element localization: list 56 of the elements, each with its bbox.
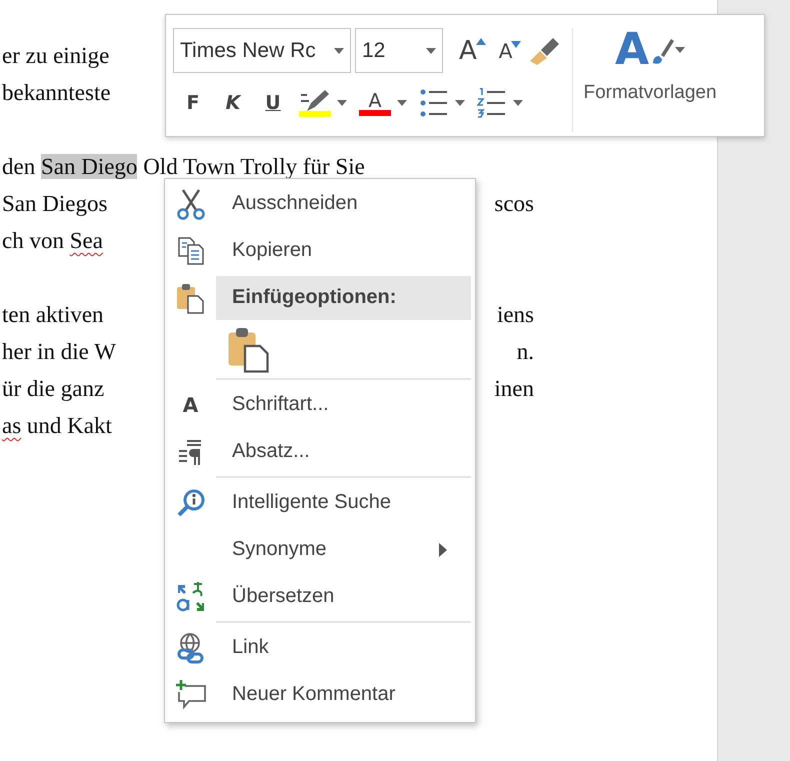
grow-font-button[interactable]: A (453, 30, 483, 70)
caret-icon (426, 48, 436, 54)
menu-item[interactable]: Ausschneiden (216, 182, 471, 226)
font-color-button[interactable]: A (353, 83, 413, 123)
caret-icon (397, 100, 407, 106)
menu-item[interactable]: Synonyme (216, 528, 471, 572)
font-size-dropdown[interactable]: 12 (355, 28, 443, 73)
document-text: scos (494, 190, 534, 218)
document-text: ch von (2, 228, 65, 253)
increase-triangle-icon (476, 38, 486, 44)
document-text: bekannteste (2, 80, 111, 105)
styles-button[interactable]: A Formatvorlagen (583, 28, 717, 136)
numbered-list-icon (477, 88, 507, 118)
shrink-font-button[interactable]: A (492, 30, 518, 70)
menu-item[interactable]: Absatz... (216, 430, 471, 474)
underline-button[interactable]: U (253, 83, 293, 123)
document-text: her in die W (2, 339, 116, 364)
menu-item[interactable]: Kopieren (216, 228, 471, 272)
globe-link-icon (176, 632, 206, 664)
decrease-triangle-icon (511, 40, 522, 48)
new-comment-icon (174, 678, 206, 710)
scissors-icon (176, 188, 206, 220)
selected-text: San Diego (40, 154, 138, 179)
misspelled-word: Sea (70, 228, 103, 253)
font-icon: A (182, 392, 198, 416)
document-text: Old Town Trolly für Sie (142, 154, 365, 179)
menu-item[interactable]: Schriftart... (216, 382, 471, 426)
document-text: ür die ganz (2, 376, 104, 401)
translate-icon (176, 580, 206, 612)
caret-icon (455, 100, 465, 106)
italic-button[interactable]: K (213, 83, 253, 123)
font-name-dropdown[interactable]: Times New Rc (173, 28, 351, 73)
document-text: inen (494, 375, 534, 403)
document-text: San Diegos (2, 191, 108, 216)
copy-icon (176, 236, 206, 266)
caret-icon (675, 47, 686, 53)
caret-icon (513, 100, 523, 106)
caret-icon (337, 100, 347, 106)
document-text: n. (516, 338, 534, 366)
document-text: ten aktiven (2, 302, 104, 327)
document-text: iens (496, 301, 534, 329)
bold-button[interactable]: F (173, 83, 213, 123)
clipboard-icon (176, 282, 206, 314)
menu-item[interactable]: Neuer Kommentar (216, 672, 471, 716)
bullet-list-icon (419, 88, 449, 118)
document-text: und Kakt (26, 413, 112, 438)
menu-item[interactable]: Übersetzen (216, 574, 471, 618)
menu-item[interactable]: Link (216, 626, 471, 670)
document-text: er zu einige (2, 43, 110, 68)
smart-search-icon (176, 488, 206, 518)
menu-section-header: Einfügeoptionen: (216, 276, 471, 320)
highlighter-icon (299, 89, 331, 113)
document-text: den (2, 154, 36, 179)
menu-item[interactable]: Intelligente Suche (216, 480, 471, 524)
misspelled-word: as (2, 413, 22, 438)
caret-icon (334, 48, 344, 54)
